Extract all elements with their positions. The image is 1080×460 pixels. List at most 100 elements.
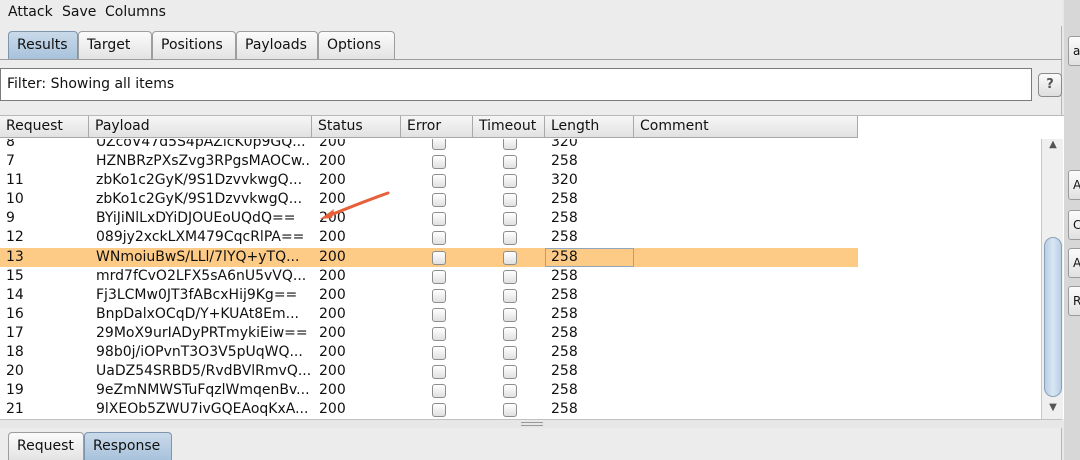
table-row[interactable]: 8 UZcoV47d5S4pAZlcK0p9GQ... 200 320 <box>0 139 858 152</box>
tab-response[interactable]: Response <box>84 432 172 460</box>
tab-target[interactable]: Target <box>78 31 152 59</box>
error-checkbox[interactable] <box>432 250 446 265</box>
error-checkbox[interactable] <box>432 212 446 227</box>
table-row[interactable]: 11 zbKo1c2GyK/9S1DzvvkwgQ... 200 320 <box>0 171 858 190</box>
column-header-payload[interactable]: Payload <box>89 116 312 138</box>
error-checkbox[interactable] <box>432 365 446 380</box>
arrow-annotation-icon <box>320 191 390 219</box>
cell-length: 258 <box>551 267 578 284</box>
error-checkbox[interactable] <box>432 403 446 418</box>
timeout-checkbox[interactable] <box>503 326 517 341</box>
error-checkbox[interactable] <box>432 307 446 322</box>
cell-status: 200 <box>319 401 346 418</box>
tab-positions[interactable]: Positions <box>152 31 236 59</box>
menu-columns[interactable]: Columns <box>105 4 166 20</box>
cell-status: 200 <box>319 172 346 189</box>
column-header-request[interactable]: Request <box>0 116 89 138</box>
column-header-error[interactable]: Error <box>401 116 473 138</box>
timeout-checkbox[interactable] <box>503 193 517 208</box>
timeout-checkbox[interactable] <box>503 139 517 150</box>
error-checkbox[interactable] <box>432 269 446 284</box>
timeout-checkbox[interactable] <box>503 346 517 361</box>
cell-payload: 9eZmNMWSTuFqzlWmqenBv... <box>96 382 310 399</box>
table-row[interactable]: 15 mrd7fCvO2LFX5sA6nU5vVQ... 200 258 <box>0 267 858 286</box>
timeout-checkbox[interactable] <box>503 365 517 380</box>
intruder-window: Attack Save Columns Results Target Posit… <box>0 0 1065 460</box>
table-row[interactable]: 18 98b0j/iOPvnT3O3V5pUqWQ... 200 258 <box>0 343 858 362</box>
cell-request: 20 <box>6 363 24 380</box>
table-row[interactable]: 21 9lXEOb5ZWU7ivGQEAoqKxA... 200 258 <box>0 400 858 419</box>
timeout-checkbox[interactable] <box>503 212 517 227</box>
table-row[interactable]: 12 089jy2xckLXM479CqcRlPA== 200 258 <box>0 228 858 247</box>
table-row[interactable]: 7 HZNBRzPXsZvg3RPgsMAOCw... 200 258 <box>0 152 858 171</box>
cell-length: 258 <box>551 191 578 208</box>
cell-payload: HZNBRzPXsZvg3RPgsMAOCw... <box>96 153 311 170</box>
error-checkbox[interactable] <box>432 193 446 208</box>
cell-request: 15 <box>6 267 24 284</box>
error-checkbox[interactable] <box>432 384 446 399</box>
cell-status: 200 <box>319 153 346 170</box>
table-rows: 8 UZcoV47d5S4pAZlcK0p9GQ... 200 320 7 HZNBRz… <box>0 139 858 419</box>
cell-status: 200 <box>319 363 346 380</box>
timeout-checkbox[interactable] <box>503 403 517 418</box>
error-checkbox[interactable] <box>432 139 446 150</box>
cell-length: 258 <box>551 382 578 399</box>
tab-options[interactable]: Options <box>318 31 395 59</box>
error-checkbox[interactable] <box>432 155 446 170</box>
strip-button[interactable]: C <box>1068 210 1080 240</box>
error-checkbox[interactable] <box>432 231 446 246</box>
strip-button[interactable]: a <box>1068 36 1080 66</box>
table-row[interactable]: 19 9eZmNMWSTuFqzlWmqenBv... 200 258 <box>0 381 858 400</box>
strip-button[interactable]: R <box>1068 286 1080 316</box>
error-checkbox[interactable] <box>432 288 446 303</box>
timeout-checkbox[interactable] <box>503 155 517 170</box>
table-row-selected[interactable]: 13 WNmoiuBwS/LLl/7lYQ+yTQ... 200 258 <box>0 247 858 267</box>
chevron-up-icon[interactable]: ▲ <box>1042 139 1064 157</box>
cell-status: 200 <box>319 139 346 150</box>
table-row[interactable]: 9 BYiJiNlLxDYiDJOUEoUQdQ== 200 258 <box>0 209 858 228</box>
strip-button[interactable]: A <box>1068 170 1080 200</box>
timeout-checkbox[interactable] <box>503 269 517 284</box>
timeout-checkbox[interactable] <box>503 384 517 399</box>
timeout-checkbox[interactable] <box>503 174 517 189</box>
cell-payload: 089jy2xckLXM479CqcRlPA== <box>96 229 305 246</box>
help-button[interactable]: ? <box>1038 73 1062 97</box>
table-row[interactable]: 17 29MoX9urIADyPRTmykiEiw== 200 258 <box>0 324 858 343</box>
table-row[interactable]: 16 BnpDalxOCqD/Y+KUAt8Em... 200 258 <box>0 305 858 324</box>
menu-attack[interactable]: Attack <box>8 4 53 20</box>
cell-request: 11 <box>6 172 24 189</box>
cell-request: 9 <box>6 210 15 227</box>
table-row[interactable]: 14 Fj3LCMw0JT3fABcxHij9Kg== 200 258 <box>0 286 858 305</box>
vertical-scrollbar[interactable]: ▲ ▼ <box>1041 139 1063 420</box>
timeout-checkbox[interactable] <box>503 307 517 322</box>
filter-bar[interactable]: Filter: Showing all items <box>0 68 1032 101</box>
cell-payload: 9lXEOb5ZWU7ivGQEAoqKxA... <box>96 401 309 418</box>
cell-payload: zbKo1c2GyK/9S1DzvvkwgQ... <box>96 191 303 208</box>
table-row[interactable]: 10 zbKo1c2GyK/9S1DzvvkwgQ... 200 258 <box>0 190 858 209</box>
column-header-comment[interactable]: Comment <box>634 116 858 138</box>
cell-payload: UaDZ54SRBD5/RvdBVlRmvQ... <box>96 363 311 380</box>
error-checkbox[interactable] <box>432 326 446 341</box>
column-header-timeout[interactable]: Timeout <box>473 116 545 138</box>
column-header-length[interactable]: Length <box>545 116 634 138</box>
split-pane-divider[interactable] <box>0 419 1062 428</box>
cell-request: 14 <box>6 286 24 303</box>
strip-button[interactable]: A <box>1068 248 1080 278</box>
table-row[interactable]: 20 UaDZ54SRBD5/RvdBVlRmvQ... 200 258 <box>0 362 858 381</box>
timeout-checkbox[interactable] <box>503 288 517 303</box>
chevron-down-icon[interactable]: ▼ <box>1042 402 1064 420</box>
cell-length: 258 <box>551 363 578 380</box>
error-checkbox[interactable] <box>432 346 446 361</box>
timeout-checkbox[interactable] <box>503 250 517 265</box>
tab-results[interactable]: Results <box>8 31 78 59</box>
timeout-checkbox[interactable] <box>503 231 517 246</box>
cell-length: 320 <box>551 139 578 150</box>
tab-request[interactable]: Request <box>8 432 84 460</box>
error-checkbox[interactable] <box>432 174 446 189</box>
column-header-status[interactable]: Status <box>312 116 401 138</box>
scrollbar-thumb[interactable] <box>1044 237 1062 397</box>
table-body: 8 UZcoV47d5S4pAZlcK0p9GQ... 200 320 7 HZNBRz… <box>0 139 858 420</box>
tab-payloads[interactable]: Payloads <box>236 31 318 59</box>
cell-request: 21 <box>6 401 24 418</box>
menu-save[interactable]: Save <box>62 4 96 20</box>
